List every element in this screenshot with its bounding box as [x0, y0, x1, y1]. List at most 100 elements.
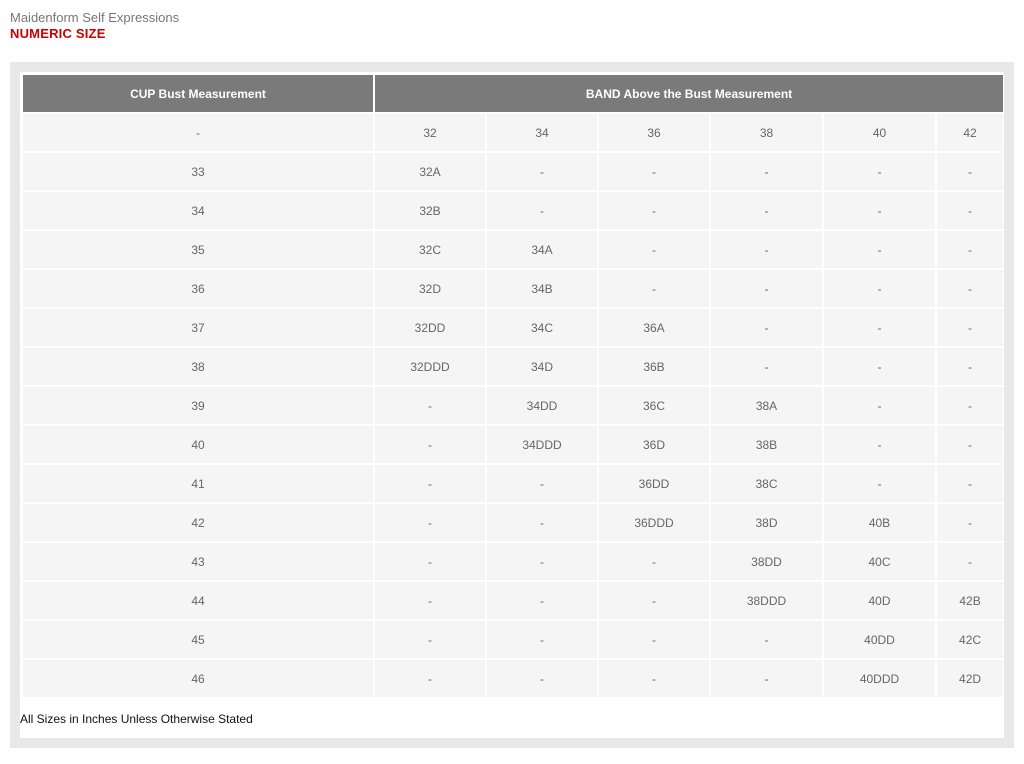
- bust-measurement-cell: 35: [23, 231, 373, 268]
- size-cell: -: [937, 426, 1004, 463]
- bust-measurement-cell: 33: [23, 153, 373, 190]
- size-cell: 32B: [375, 192, 485, 229]
- size-cell: -: [487, 192, 597, 229]
- size-cell: -: [937, 387, 1004, 424]
- footnote: All Sizes in Inches Unless Otherwise Sta…: [20, 712, 253, 726]
- size-cell: 38D: [711, 504, 822, 541]
- size-cell: -: [487, 153, 597, 190]
- size-cell: -: [599, 621, 709, 658]
- size-cell: -: [375, 426, 485, 463]
- size-cell: 32A: [375, 153, 485, 190]
- size-cell: -: [487, 465, 597, 502]
- size-cell: -: [937, 348, 1004, 385]
- table-row: 36 32D 34B - - - -: [23, 270, 1004, 307]
- size-cell: 34DDD: [487, 426, 597, 463]
- size-cell: -: [824, 465, 935, 502]
- size-cell: 36B: [599, 348, 709, 385]
- size-cell: -: [375, 543, 485, 580]
- size-cell: 38C: [711, 465, 822, 502]
- band-size: 38: [711, 114, 822, 151]
- size-cell: -: [937, 192, 1004, 229]
- section-title: NUMERIC SIZE: [10, 26, 106, 41]
- size-cell: 32C: [375, 231, 485, 268]
- size-cell: -: [711, 621, 822, 658]
- size-cell: 38B: [711, 426, 822, 463]
- size-cell: 40D: [824, 582, 935, 619]
- brand-name: Maidenform Self Expressions: [10, 10, 180, 25]
- size-cell: -: [487, 582, 597, 619]
- size-cell: 38DDD: [711, 582, 822, 619]
- size-cell: -: [487, 660, 597, 697]
- bust-measurement-cell: 39: [23, 387, 373, 424]
- size-cell: 42D: [937, 660, 1004, 697]
- table-row: 42- -36DDD 38D 40B -: [23, 504, 1004, 541]
- size-cell: -: [824, 153, 935, 190]
- size-cell: 40C: [824, 543, 935, 580]
- size-cell: -: [937, 309, 1004, 346]
- size-cell: -: [599, 231, 709, 268]
- bust-measurement-cell: 46: [23, 660, 373, 697]
- size-cell: 42C: [937, 621, 1004, 658]
- size-cell: -: [937, 465, 1004, 502]
- table-row: 34 32B - - - - -: [23, 192, 1004, 229]
- size-cell: -: [599, 270, 709, 307]
- size-cell: -: [487, 504, 597, 541]
- table-row: 37 32DD 34C 36A - - -: [23, 309, 1004, 346]
- table-row: 33 32A - - - - -: [23, 153, 1004, 190]
- size-cell: -: [375, 621, 485, 658]
- band-size-row: - 32 34 36 38 40 42: [23, 114, 1004, 151]
- size-chart-table: CUP Bust Measurement BAND Above the Bust…: [21, 73, 1005, 699]
- size-cell: -: [375, 582, 485, 619]
- table-row: 41- -36DD 38C - -: [23, 465, 1004, 502]
- cup-header: CUP Bust Measurement: [23, 75, 373, 112]
- bust-measurement-cell: 37: [23, 309, 373, 346]
- size-cell: -: [599, 192, 709, 229]
- size-cell: 32D: [375, 270, 485, 307]
- size-chart-body: - 32 34 36 38 40 42 33 32A - - - - -34 32B - - - - -…: [23, 114, 1004, 697]
- size-cell: 36D: [599, 426, 709, 463]
- size-cell: -: [375, 387, 485, 424]
- size-cell: -: [375, 660, 485, 697]
- size-cell: -: [711, 309, 822, 346]
- table-row: 43- - -38DD 40C -: [23, 543, 1004, 580]
- bust-measurement-cell: 41: [23, 465, 373, 502]
- size-cell: -: [599, 543, 709, 580]
- size-cell: 36A: [599, 309, 709, 346]
- size-cell: 36DD: [599, 465, 709, 502]
- size-cell: -: [599, 660, 709, 697]
- bust-measurement-cell: 42: [23, 504, 373, 541]
- size-cell: 32DDD: [375, 348, 485, 385]
- bust-measurement-cell: 40: [23, 426, 373, 463]
- size-cell: 36DDD: [599, 504, 709, 541]
- size-cell: -: [487, 543, 597, 580]
- size-cell: -: [375, 504, 485, 541]
- size-cell: -: [824, 348, 935, 385]
- band-header: BAND Above the Bust Measurement: [375, 75, 1004, 112]
- band-size: 36: [599, 114, 709, 151]
- band-size: 32: [375, 114, 485, 151]
- size-cell: -: [824, 192, 935, 229]
- size-cell: -: [937, 543, 1004, 580]
- band-row-label: -: [23, 114, 373, 151]
- size-cell: -: [824, 231, 935, 268]
- table-row: 35 32C 34A - - - -: [23, 231, 1004, 268]
- table-row: 39-34DD 36C 38A - -: [23, 387, 1004, 424]
- band-size: 34: [487, 114, 597, 151]
- bust-measurement-cell: 34: [23, 192, 373, 229]
- size-cell: 42B: [937, 582, 1004, 619]
- band-size: 40: [824, 114, 935, 151]
- table-row: 46- - - -40DDD 42D: [23, 660, 1004, 697]
- header-row: CUP Bust Measurement BAND Above the Bust…: [23, 75, 1004, 112]
- size-cell: -: [937, 504, 1004, 541]
- bust-measurement-cell: 43: [23, 543, 373, 580]
- size-cell: -: [375, 465, 485, 502]
- size-cell: 34C: [487, 309, 597, 346]
- bust-measurement-cell: 36: [23, 270, 373, 307]
- table-row: 40-34DDD 36D 38B - -: [23, 426, 1004, 463]
- size-cell: -: [937, 270, 1004, 307]
- size-cell: -: [711, 231, 822, 268]
- size-cell: 34A: [487, 231, 597, 268]
- size-cell: -: [599, 153, 709, 190]
- size-chart-panel: CUP Bust Measurement BAND Above the Bust…: [10, 62, 1014, 748]
- size-cell: -: [711, 660, 822, 697]
